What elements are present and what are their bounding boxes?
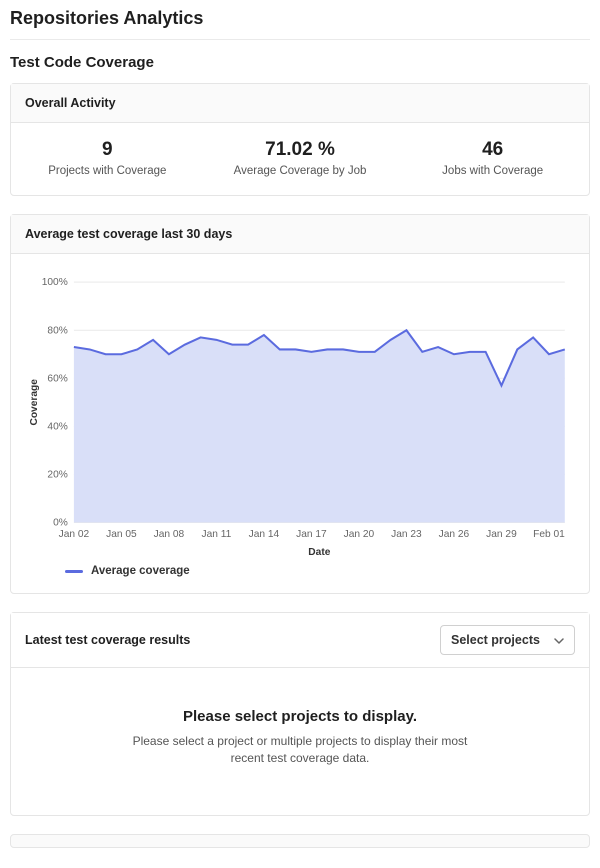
latest-results-panel: Latest test coverage results Select proj… bbox=[10, 612, 590, 816]
svg-text:Jan 23: Jan 23 bbox=[391, 529, 422, 540]
svg-text:0%: 0% bbox=[53, 518, 68, 529]
svg-text:Coverage: Coverage bbox=[29, 379, 40, 426]
overall-activity-panel: Overall Activity 9 Projects with Coverage… bbox=[10, 83, 590, 196]
select-projects-label: Select projects bbox=[451, 633, 540, 647]
empty-state-subtitle: Please select a project or multiple proj… bbox=[120, 733, 480, 767]
legend-swatch bbox=[65, 570, 83, 573]
overall-activity-header: Overall Activity bbox=[11, 84, 589, 123]
coverage-chart-panel: Average test coverage last 30 days 0% 20%… bbox=[10, 214, 590, 594]
svg-text:20%: 20% bbox=[47, 469, 67, 480]
section-title: Test Code Coverage bbox=[10, 54, 590, 71]
svg-text:100%: 100% bbox=[42, 277, 68, 288]
svg-text:80%: 80% bbox=[47, 325, 67, 336]
svg-text:60%: 60% bbox=[47, 373, 67, 384]
coverage-chart-wrap: 0% 20% 40% 60% 80% 100% Jan 02 Jan 05 Jan 08 Jan … bbox=[11, 254, 589, 593]
stat-label: Average Coverage by Job bbox=[204, 165, 397, 177]
stat-label: Projects with Coverage bbox=[11, 165, 204, 177]
svg-text:Jan 11: Jan 11 bbox=[202, 529, 232, 540]
svg-text:Feb 01: Feb 01 bbox=[533, 529, 565, 540]
coverage-chart: 0% 20% 40% 60% 80% 100% Jan 02 Jan 05 Jan 08 Jan … bbox=[25, 274, 575, 559]
svg-text:Jan 05: Jan 05 bbox=[106, 529, 137, 540]
stat-value: 9 bbox=[11, 139, 204, 161]
coverage-chart-header: Average test coverage last 30 days bbox=[11, 215, 589, 254]
svg-text:Jan 08: Jan 08 bbox=[154, 529, 185, 540]
overall-stats-row: 9 Projects with Coverage71.02 % Average Co… bbox=[11, 123, 589, 195]
stat-label: Jobs with Coverage bbox=[396, 165, 589, 177]
legend-label: Average coverage bbox=[91, 565, 190, 577]
latest-results-title: Latest test coverage results bbox=[25, 633, 190, 647]
svg-text:Date: Date bbox=[308, 547, 330, 558]
panel-sliver bbox=[10, 834, 590, 848]
overall-stat: 71.02 % Average Coverage by Job bbox=[204, 139, 397, 177]
chart-legend: Average coverage bbox=[25, 559, 575, 581]
stat-value: 71.02 % bbox=[204, 139, 397, 161]
svg-text:Jan 26: Jan 26 bbox=[439, 529, 470, 540]
select-projects-dropdown[interactable]: Select projects bbox=[440, 625, 575, 655]
svg-text:Jan 29: Jan 29 bbox=[486, 529, 517, 540]
page-title: Repositories Analytics bbox=[10, 6, 590, 40]
stat-value: 46 bbox=[396, 139, 589, 161]
latest-results-header: Latest test coverage results Select proj… bbox=[11, 613, 589, 668]
latest-results-empty-state: Please select projects to display. Pleas… bbox=[11, 668, 589, 815]
svg-text:Jan 17: Jan 17 bbox=[296, 529, 327, 540]
svg-text:Jan 14: Jan 14 bbox=[249, 529, 280, 540]
empty-state-title: Please select projects to display. bbox=[51, 708, 549, 725]
overall-stat: 46 Jobs with Coverage bbox=[396, 139, 589, 177]
svg-text:Jan 20: Jan 20 bbox=[344, 529, 375, 540]
chevron-down-icon bbox=[554, 635, 564, 645]
overall-stat: 9 Projects with Coverage bbox=[11, 139, 204, 177]
svg-text:Jan 02: Jan 02 bbox=[59, 529, 90, 540]
svg-text:40%: 40% bbox=[47, 421, 67, 432]
